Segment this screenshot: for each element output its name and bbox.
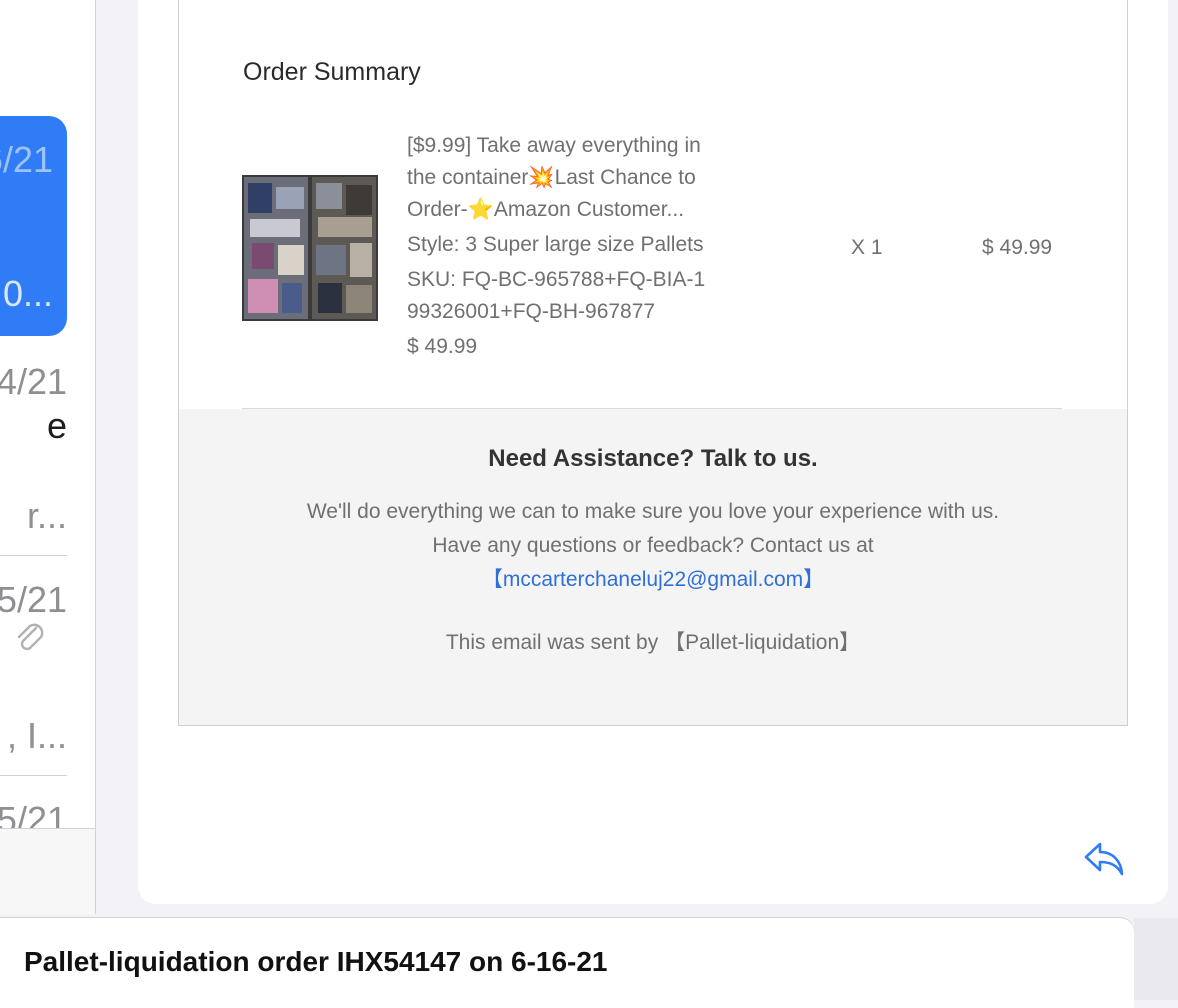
list-divider bbox=[0, 555, 67, 556]
product-sku-line: SKU: FQ-BC-965788+FQ-BIA-1 bbox=[407, 268, 706, 291]
mail-list-item-selected[interactable]: 6/21 0... bbox=[0, 116, 67, 336]
assistance-title: Need Assistance? Talk to us. bbox=[488, 445, 818, 472]
product-description: [$9.99] Take away everything in the cont… bbox=[407, 130, 747, 363]
attachment-paperclip-icon bbox=[17, 623, 44, 651]
mail-list-pane: 6/21 0... 4/21 e r... 5/21 , I... 5/21 bbox=[0, 0, 96, 914]
mail-list-item[interactable]: 4/21 e r... bbox=[0, 360, 95, 550]
product-image[interactable] bbox=[242, 175, 378, 321]
contact-email-link[interactable]: 【mccarterchaneluj22@gmail.com】 bbox=[179, 563, 1127, 597]
product-quantity: X 1 bbox=[851, 236, 883, 259]
product-title-line: the container💥Last Chance to bbox=[407, 166, 696, 189]
mail-item-sender: e bbox=[46, 405, 67, 446]
mail-item-date: 4/21 bbox=[0, 361, 67, 402]
assistance-line: Have any questions or feedback? Contact … bbox=[432, 534, 874, 557]
product-line-total: $ 49.99 bbox=[982, 236, 1053, 259]
product-title-line: [$9.99] Take away everything in bbox=[407, 134, 701, 157]
reply-arrow-icon[interactable] bbox=[1082, 838, 1126, 878]
mail-item-snippet: 0... bbox=[2, 273, 53, 314]
mail-list-item[interactable]: 5/21 , I... bbox=[0, 578, 95, 768]
assistance-line: We'll do everything we can to make sure … bbox=[306, 500, 1000, 523]
product-sku-line: 99326001+FQ-BH-967877 bbox=[407, 300, 656, 323]
mail-item-snippet: r... bbox=[26, 495, 67, 536]
assistance-section: Need Assistance? Talk to us. We'll do ev… bbox=[179, 409, 1127, 725]
sent-by-text: This email was sent by 【Pallet-liquidati… bbox=[445, 631, 861, 654]
message-view-card: Order Summary [$9.99] Take away everythi… bbox=[138, 0, 1168, 904]
message-subject-bar[interactable]: Pallet-liquidation order IHX54147 on 6-1… bbox=[0, 918, 1134, 1008]
list-divider bbox=[0, 775, 67, 776]
email-body: Order Summary [$9.99] Take away everythi… bbox=[178, 0, 1128, 726]
product-unit-price: $ 49.99 bbox=[407, 335, 478, 358]
background-strip bbox=[1134, 918, 1178, 1000]
mail-item-date: 6/21 bbox=[0, 139, 53, 180]
mail-item-snippet: , I... bbox=[6, 715, 67, 756]
mail-item-date: 5/21 bbox=[0, 579, 67, 620]
mail-list-toolbar bbox=[0, 828, 95, 914]
product-style: Style: 3 Super large size Pallets bbox=[407, 233, 704, 256]
message-subject: Pallet-liquidation order IHX54147 on 6-1… bbox=[24, 946, 608, 977]
assistance-text: We'll do everything we can to make sure … bbox=[179, 495, 1127, 597]
order-summary-title: Order Summary bbox=[243, 58, 421, 86]
product-title-line: Order-⭐Amazon Customer... bbox=[407, 198, 685, 221]
